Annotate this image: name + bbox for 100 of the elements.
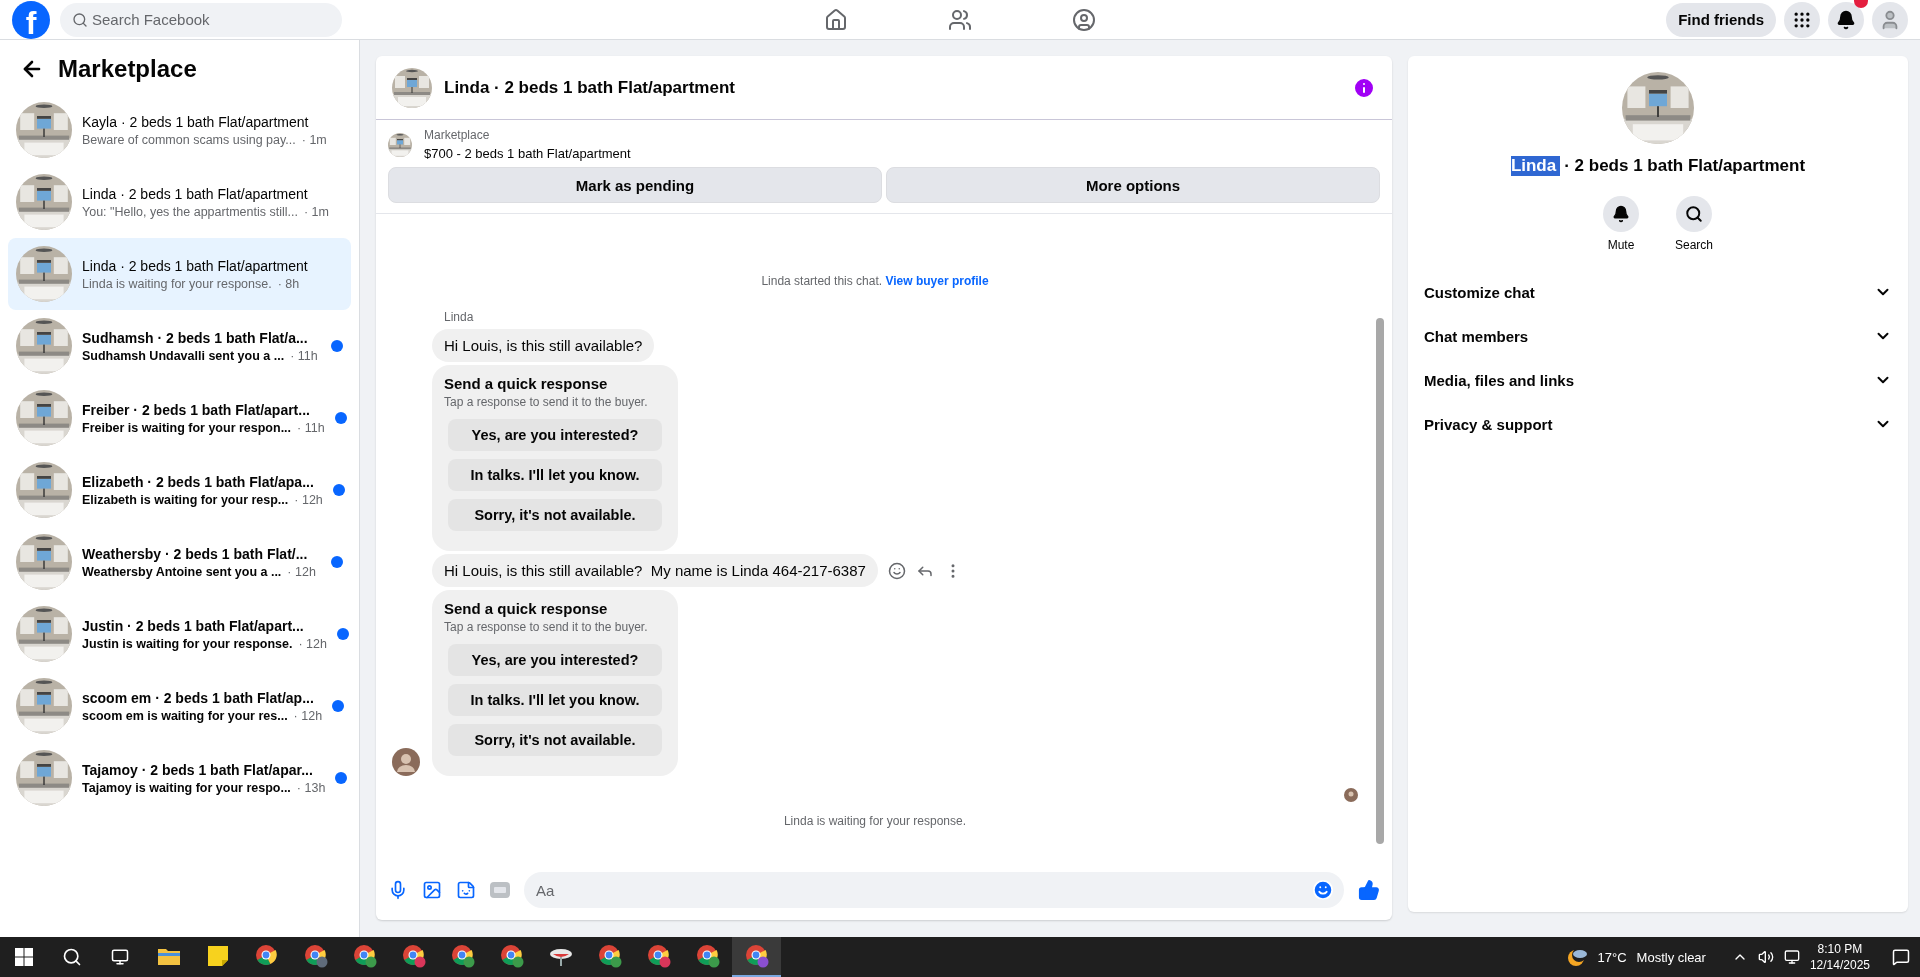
listing-label: Marketplace bbox=[424, 128, 491, 142]
message-preview: You: "Hello, yes the appartmentis still... bbox=[82, 204, 298, 219]
conversation-item[interactable]: Justin · 2 beds 1 bath Flat/apart... Justin is waiting for your response. · 12h bbox=[8, 598, 351, 670]
conversation-item[interactable]: Tajamoy · 2 beds 1 bath Flat/apar... Tajamoy is waiting for your respo... · 13h bbox=[8, 742, 351, 814]
weather-condition: Mostly clear bbox=[1636, 949, 1706, 965]
message-time: · 12h bbox=[287, 564, 316, 579]
status-note: Linda is waiting for your response. bbox=[782, 814, 968, 828]
logo[interactable]: f bbox=[12, 0, 50, 39]
message-time: · 12h bbox=[294, 492, 323, 507]
quick-reply-button[interactable]: Sorry, it's not available. bbox=[448, 499, 662, 531]
conversation-item[interactable]: Kayla · 2 beds 1 bath Flat/apartment Beware of common scams using pay... · 1m bbox=[8, 94, 351, 166]
chat-started-note: Linda started this chat. View buyer profile bbox=[760, 274, 990, 288]
quick-reply-button[interactable]: In talks. I'll let you know. bbox=[448, 684, 662, 716]
read-receipt-icon bbox=[1344, 788, 1358, 802]
microphone-icon[interactable] bbox=[388, 880, 408, 900]
message-preview: Freiber is waiting for your respon... bbox=[82, 420, 292, 435]
browser-icon bbox=[646, 944, 671, 968]
account-button[interactable] bbox=[1872, 1, 1908, 38]
image-icon[interactable] bbox=[422, 880, 442, 900]
notification-badge bbox=[1854, 0, 1868, 8]
listing-title: $700 - 2 beds 1 bath Flat/apartment bbox=[424, 146, 631, 161]
menu-button[interactable] bbox=[1784, 1, 1820, 38]
conversation-title: Linda · 2 beds 1 bath Flat/apartment bbox=[82, 185, 309, 202]
message-time: · 1m bbox=[301, 132, 327, 147]
conversation-title: Elizabeth · 2 beds 1 bath Flat/apa... bbox=[82, 473, 315, 490]
message-preview: Elizabeth is waiting for your resp... bbox=[82, 492, 289, 507]
conversation-title: Sudhamsh · 2 beds 1 bath Flat/a... bbox=[82, 329, 309, 346]
conversation-name: Linda · 2 beds 1 bath Flat/apartment bbox=[1510, 156, 1806, 176]
quick-reply-button[interactable]: Yes, are you interested? bbox=[448, 419, 662, 451]
note-icon bbox=[207, 946, 228, 966]
browser-icon bbox=[303, 944, 328, 968]
profile-icon[interactable] bbox=[1072, 7, 1096, 32]
react-icon[interactable] bbox=[887, 561, 906, 580]
page-title: Marketplace bbox=[58, 55, 197, 83]
windows-icon bbox=[15, 948, 33, 966]
section-toggle[interactable]: Customize chat bbox=[1424, 270, 1892, 314]
listing-action-button[interactable]: More options bbox=[886, 167, 1380, 203]
bell-icon bbox=[1612, 205, 1630, 223]
avatar-icon bbox=[392, 748, 420, 776]
section-toggle[interactable]: Chat members bbox=[1424, 314, 1892, 358]
clock-time: 8:10 PM bbox=[1817, 940, 1863, 957]
search-field[interactable]: Search Facebook bbox=[60, 2, 342, 37]
home-icon[interactable] bbox=[824, 7, 848, 32]
buyer-profile-link[interactable]: View buyer profile bbox=[885, 274, 989, 288]
browser-icon bbox=[744, 944, 769, 968]
temperature: 17°C bbox=[1597, 949, 1627, 965]
message-bubble: Hi Louis, is this still available? bbox=[432, 329, 655, 362]
message-time: · 13h bbox=[296, 780, 326, 795]
message-time: · 8h bbox=[277, 276, 300, 291]
conversation-item[interactable]: Elizabeth · 2 beds 1 bath Flat/apa... Elizabeth is waiting for your resp... · 12h bbox=[8, 454, 351, 526]
message-time: · 1m bbox=[303, 204, 329, 219]
conversation-item[interactable]: Weathersby · 2 beds 1 bath Flat/... Weathersby Antoine sent you a ... · 12h bbox=[8, 526, 351, 598]
quick-reply-button[interactable]: In talks. I'll let you know. bbox=[448, 459, 662, 491]
browser-icon bbox=[352, 944, 377, 968]
sticker-icon[interactable] bbox=[456, 880, 476, 900]
task-view-icon bbox=[111, 948, 129, 966]
browser-icon bbox=[695, 944, 720, 968]
listing-action-button[interactable]: Mark as pending bbox=[388, 167, 882, 203]
like-icon[interactable] bbox=[1358, 879, 1380, 901]
message-bubble: Hi Louis, is this still available? My name is Linda 464-217-6387 bbox=[432, 554, 878, 587]
conversation-title: Freiber · 2 beds 1 bath Flat/apart... bbox=[82, 401, 311, 418]
message-preview: Tajamoy is waiting for your respo... bbox=[82, 780, 291, 795]
volume-icon[interactable] bbox=[1757, 949, 1774, 965]
message-field[interactable]: Aa bbox=[524, 872, 1344, 908]
section-toggle[interactable]: Media, files and links bbox=[1424, 358, 1892, 402]
notification-icon[interactable] bbox=[1892, 948, 1910, 966]
sender-name: Linda bbox=[444, 310, 474, 324]
quick-response-title: Send a quick response bbox=[444, 600, 609, 617]
browser-icon bbox=[254, 944, 279, 968]
conversation-item[interactable]: Linda · 2 beds 1 bath Flat/apartment You: "Hello, yes the appartmentis still... · 1m bbox=[8, 166, 351, 238]
taskbar-app[interactable] bbox=[732, 937, 781, 977]
browser-icon bbox=[597, 944, 622, 968]
display-icon[interactable] bbox=[1783, 949, 1800, 965]
conversation-item[interactable]: Sudhamsh · 2 beds 1 bath Flat/a... Sudhamsh Undavalli sent you a ... · 11h bbox=[8, 310, 351, 382]
quick-reply-button[interactable]: Yes, are you interested? bbox=[448, 644, 662, 676]
clock-date: 12/14/2025 bbox=[1809, 957, 1870, 974]
folder-icon bbox=[157, 947, 180, 965]
message-preview: Justin is waiting for your response. bbox=[82, 636, 293, 651]
search-icon bbox=[1685, 205, 1703, 223]
message-preview: Beware of common scams using pay... bbox=[82, 132, 296, 147]
search-icon bbox=[72, 11, 88, 28]
message-preview: Sudhamsh Undavalli sent you a ... bbox=[82, 348, 285, 363]
section-toggle[interactable]: Privacy & support bbox=[1424, 402, 1892, 446]
message-time: · 11h bbox=[297, 420, 325, 435]
message-preview: scoom em is waiting for your res... bbox=[82, 708, 288, 723]
quick-response-hint: Tap a response to send it to the buyer. bbox=[444, 395, 649, 409]
conversation-title: Justin · 2 beds 1 bath Flat/apart... bbox=[82, 617, 305, 634]
conversation-item[interactable]: scoom em · 2 beds 1 bath Flat/ap... scoom em is waiting for your res... · 12h bbox=[8, 670, 351, 742]
message-time: · 11h bbox=[290, 348, 318, 363]
emoji-icon[interactable] bbox=[1312, 879, 1334, 901]
friends-icon[interactable] bbox=[948, 7, 972, 32]
conversation-item[interactable]: Freiber · 2 beds 1 bath Flat/apart... Freiber is waiting for your respon... · 11h bbox=[8, 382, 351, 454]
quick-reply-button[interactable]: Sorry, it's not available. bbox=[448, 724, 662, 756]
conversation-title: scoom em · 2 beds 1 bath Flat/ap... bbox=[82, 689, 315, 706]
chat-title: Linda · 2 beds 1 bath Flat/apartment bbox=[444, 77, 736, 98]
message-time: · 12h bbox=[298, 636, 327, 651]
conversation-item[interactable]: Linda · 2 beds 1 bath Flat/apartment Linda is waiting for your response. · 8h bbox=[8, 238, 351, 310]
message-time: · 12h bbox=[293, 708, 323, 723]
find-friends-button[interactable]: Find friends bbox=[1666, 2, 1776, 37]
quick-response-hint: Tap a response to send it to the buyer. bbox=[444, 620, 649, 634]
